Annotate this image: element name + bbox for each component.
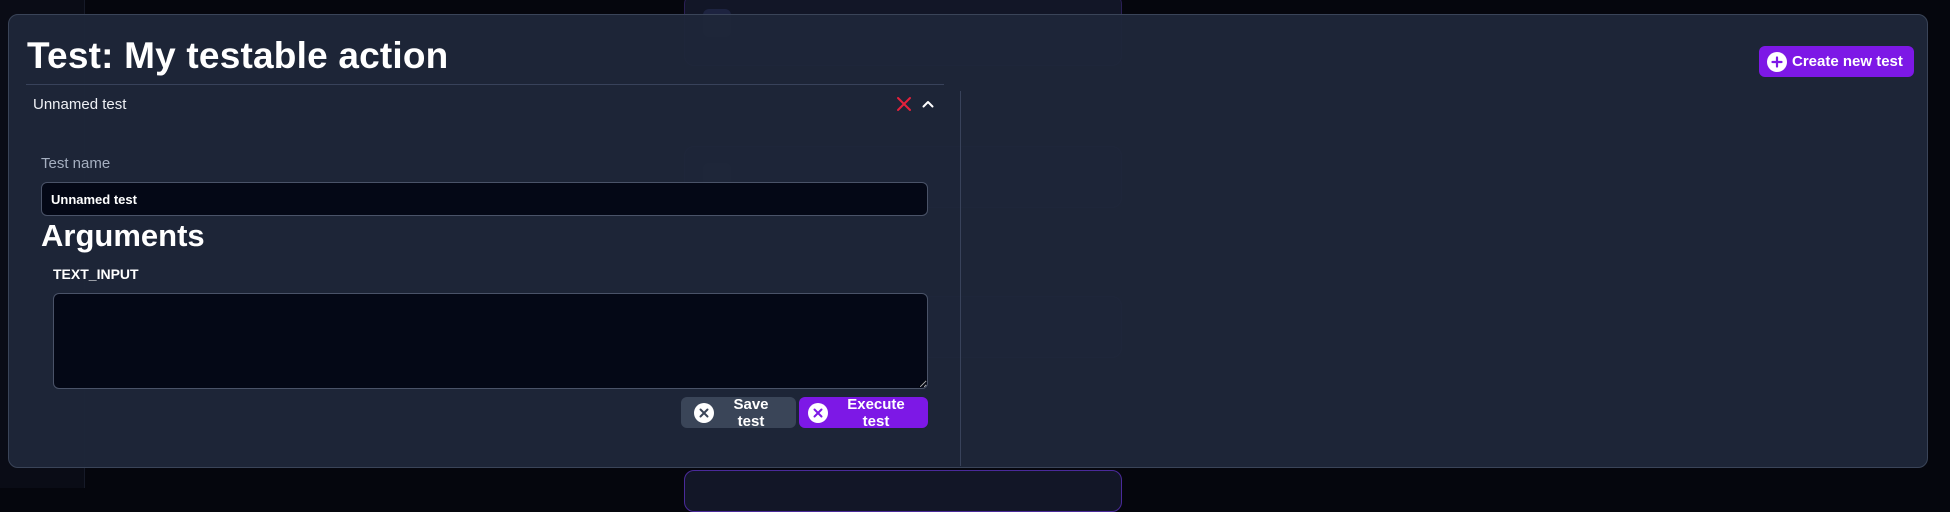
background-card (684, 470, 1122, 512)
test-name-input[interactable] (41, 182, 928, 216)
plus-circle-icon (1767, 51, 1787, 72)
x-circle-icon (694, 402, 714, 423)
argument-textarea[interactable] (53, 293, 928, 389)
modal-title: Test: My testable action (27, 35, 449, 76)
test-modal: Test: My testable action Create new test (8, 14, 1928, 468)
execute-test-label: Execute test (847, 395, 905, 430)
create-new-test-label: Create new test (1792, 53, 1903, 70)
arguments-heading: Arguments (41, 218, 205, 253)
panel-divider (960, 91, 961, 466)
save-test-button[interactable]: Save test (681, 395, 796, 430)
create-new-test-button[interactable]: Create new test (1759, 46, 1914, 77)
test-item-header[interactable]: Unnamed test (26, 85, 944, 123)
execute-test-button[interactable]: Execute test (799, 395, 928, 430)
argument-label: TEXT_INPUT (53, 266, 139, 282)
chevron-up-icon[interactable] (918, 94, 938, 114)
close-icon[interactable] (894, 94, 914, 114)
test-name-label: Test name (41, 155, 111, 172)
test-item-title: Unnamed test (33, 95, 127, 113)
test-item: Unnamed test (26, 84, 944, 123)
x-circle-icon (808, 402, 828, 423)
save-test-label: Save test (733, 395, 769, 430)
test-item-actions (894, 94, 938, 114)
